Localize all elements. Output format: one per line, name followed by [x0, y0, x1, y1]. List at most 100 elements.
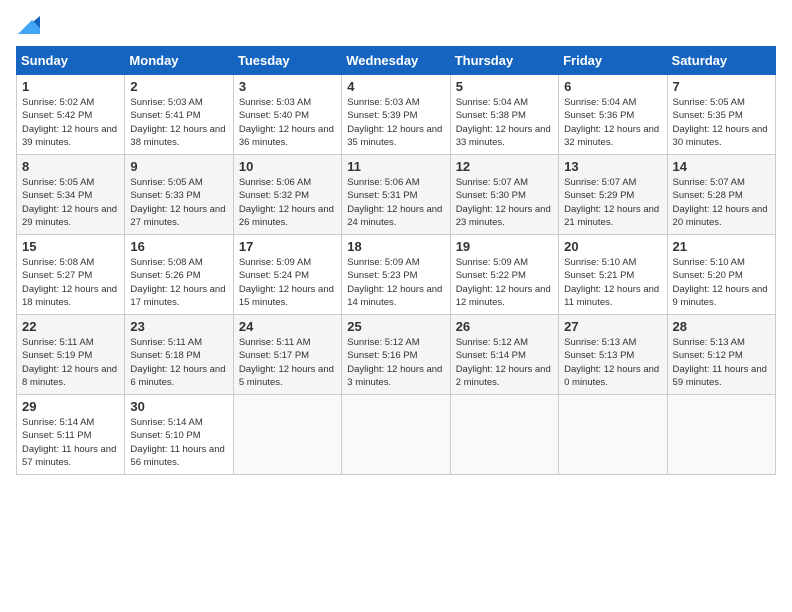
- logo: [16, 16, 40, 34]
- day-info: Sunrise: 5:06 AM Sunset: 5:31 PM Dayligh…: [347, 176, 444, 229]
- day-number: 26: [456, 319, 553, 334]
- day-info: Sunrise: 5:14 AM Sunset: 5:11 PM Dayligh…: [22, 416, 119, 469]
- day-number: 15: [22, 239, 119, 254]
- day-number: 13: [564, 159, 661, 174]
- calendar-cell: 12 Sunrise: 5:07 AM Sunset: 5:30 PM Dayli…: [450, 155, 558, 235]
- calendar-cell: [667, 395, 775, 475]
- day-info: Sunrise: 5:13 AM Sunset: 5:12 PM Dayligh…: [673, 336, 770, 389]
- day-number: 4: [347, 79, 444, 94]
- calendar-week-1: 1 Sunrise: 5:02 AM Sunset: 5:42 PM Daylig…: [17, 75, 776, 155]
- day-info: Sunrise: 5:13 AM Sunset: 5:13 PM Dayligh…: [564, 336, 661, 389]
- header-wednesday: Wednesday: [342, 47, 450, 75]
- day-info: Sunrise: 5:08 AM Sunset: 5:27 PM Dayligh…: [22, 256, 119, 309]
- calendar-cell: 14 Sunrise: 5:07 AM Sunset: 5:28 PM Dayli…: [667, 155, 775, 235]
- day-number: 20: [564, 239, 661, 254]
- calendar-cell: 23 Sunrise: 5:11 AM Sunset: 5:18 PM Dayli…: [125, 315, 233, 395]
- day-info: Sunrise: 5:04 AM Sunset: 5:38 PM Dayligh…: [456, 96, 553, 149]
- day-number: 5: [456, 79, 553, 94]
- calendar-cell: [233, 395, 341, 475]
- day-info: Sunrise: 5:03 AM Sunset: 5:39 PM Dayligh…: [347, 96, 444, 149]
- day-info: Sunrise: 5:07 AM Sunset: 5:30 PM Dayligh…: [456, 176, 553, 229]
- header-friday: Friday: [559, 47, 667, 75]
- calendar-cell: [450, 395, 558, 475]
- day-info: Sunrise: 5:06 AM Sunset: 5:32 PM Dayligh…: [239, 176, 336, 229]
- day-info: Sunrise: 5:02 AM Sunset: 5:42 PM Dayligh…: [22, 96, 119, 149]
- day-number: 28: [673, 319, 770, 334]
- calendar-table: Sunday Monday Tuesday Wednesday Thursday…: [16, 46, 776, 475]
- day-number: 17: [239, 239, 336, 254]
- header-monday: Monday: [125, 47, 233, 75]
- day-info: Sunrise: 5:11 AM Sunset: 5:19 PM Dayligh…: [22, 336, 119, 389]
- day-number: 21: [673, 239, 770, 254]
- calendar-cell: 24Sunrise: 5:11 AM Sunset: 5:17 PM Dayli…: [233, 315, 341, 395]
- day-number: 3: [239, 79, 336, 94]
- calendar-cell: 11 Sunrise: 5:06 AM Sunset: 5:31 PM Dayli…: [342, 155, 450, 235]
- calendar-cell: 25 Sunrise: 5:12 AM Sunset: 5:16 PM Dayli…: [342, 315, 450, 395]
- day-number: 29: [22, 399, 119, 414]
- calendar-cell: 3Sunrise: 5:03 AM Sunset: 5:40 PM Daylig…: [233, 75, 341, 155]
- calendar-cell: [559, 395, 667, 475]
- day-number: 9: [130, 159, 227, 174]
- calendar-cell: 22 Sunrise: 5:11 AM Sunset: 5:19 PM Dayli…: [17, 315, 125, 395]
- day-number: 24: [239, 319, 336, 334]
- logo-icon: [18, 16, 40, 34]
- calendar-cell: 4 Sunrise: 5:03 AM Sunset: 5:39 PM Daylig…: [342, 75, 450, 155]
- day-number: 10: [239, 159, 336, 174]
- day-number: 22: [22, 319, 119, 334]
- day-info: Sunrise: 5:09 AM Sunset: 5:22 PM Dayligh…: [456, 256, 553, 309]
- day-info: Sunrise: 5:07 AM Sunset: 5:28 PM Dayligh…: [673, 176, 770, 229]
- day-info: Sunrise: 5:05 AM Sunset: 5:35 PM Dayligh…: [673, 96, 770, 149]
- calendar-cell: 5 Sunrise: 5:04 AM Sunset: 5:38 PM Daylig…: [450, 75, 558, 155]
- day-number: 7: [673, 79, 770, 94]
- calendar-cell: 18 Sunrise: 5:09 AM Sunset: 5:23 PM Dayli…: [342, 235, 450, 315]
- calendar-cell: 1 Sunrise: 5:02 AM Sunset: 5:42 PM Daylig…: [17, 75, 125, 155]
- calendar-cell: 2 Sunrise: 5:03 AM Sunset: 5:41 PM Daylig…: [125, 75, 233, 155]
- calendar-cell: 8 Sunrise: 5:05 AM Sunset: 5:34 PM Daylig…: [17, 155, 125, 235]
- calendar-week-4: 22 Sunrise: 5:11 AM Sunset: 5:19 PM Dayli…: [17, 315, 776, 395]
- calendar-cell: 29 Sunrise: 5:14 AM Sunset: 5:11 PM Dayli…: [17, 395, 125, 475]
- day-number: 16: [130, 239, 227, 254]
- calendar-cell: 10 Sunrise: 5:06 AM Sunset: 5:32 PM Dayli…: [233, 155, 341, 235]
- calendar-cell: 28 Sunrise: 5:13 AM Sunset: 5:12 PM Dayli…: [667, 315, 775, 395]
- day-info: Sunrise: 5:12 AM Sunset: 5:16 PM Dayligh…: [347, 336, 444, 389]
- calendar-cell: 6 Sunrise: 5:04 AM Sunset: 5:36 PM Daylig…: [559, 75, 667, 155]
- day-number: 25: [347, 319, 444, 334]
- day-info: Sunrise: 5:12 AM Sunset: 5:14 PM Dayligh…: [456, 336, 553, 389]
- day-number: 30: [130, 399, 227, 414]
- calendar-cell: 20Sunrise: 5:10 AM Sunset: 5:21 PM Dayli…: [559, 235, 667, 315]
- day-info: Sunrise: 5:05 AM Sunset: 5:34 PM Dayligh…: [22, 176, 119, 229]
- day-info: Sunrise: 5:07 AM Sunset: 5:29 PM Dayligh…: [564, 176, 661, 229]
- calendar-cell: 30 Sunrise: 5:14 AM Sunset: 5:10 PM Dayli…: [125, 395, 233, 475]
- calendar-cell: [342, 395, 450, 475]
- calendar-week-5: 29 Sunrise: 5:14 AM Sunset: 5:11 PM Dayli…: [17, 395, 776, 475]
- day-number: 14: [673, 159, 770, 174]
- day-info: Sunrise: 5:09 AM Sunset: 5:23 PM Dayligh…: [347, 256, 444, 309]
- calendar-week-2: 8 Sunrise: 5:05 AM Sunset: 5:34 PM Daylig…: [17, 155, 776, 235]
- calendar-cell: 7 Sunrise: 5:05 AM Sunset: 5:35 PM Daylig…: [667, 75, 775, 155]
- day-number: 12: [456, 159, 553, 174]
- day-info: Sunrise: 5:14 AM Sunset: 5:10 PM Dayligh…: [130, 416, 227, 469]
- calendar-cell: 21 Sunrise: 5:10 AM Sunset: 5:20 PM Dayli…: [667, 235, 775, 315]
- calendar-cell: 17 Sunrise: 5:09 AM Sunset: 5:24 PM Dayli…: [233, 235, 341, 315]
- day-number: 18: [347, 239, 444, 254]
- day-number: 2: [130, 79, 227, 94]
- day-info: Sunrise: 5:04 AM Sunset: 5:36 PM Dayligh…: [564, 96, 661, 149]
- day-info: Sunrise: 5:08 AM Sunset: 5:26 PM Dayligh…: [130, 256, 227, 309]
- day-number: 6: [564, 79, 661, 94]
- header-row: Sunday Monday Tuesday Wednesday Thursday…: [17, 47, 776, 75]
- calendar-cell: 9 Sunrise: 5:05 AM Sunset: 5:33 PM Daylig…: [125, 155, 233, 235]
- header-sunday: Sunday: [17, 47, 125, 75]
- day-number: 11: [347, 159, 444, 174]
- day-info: Sunrise: 5:03 AM Sunset: 5:41 PM Dayligh…: [130, 96, 227, 149]
- day-number: 23: [130, 319, 227, 334]
- day-info: Sunrise: 5:05 AM Sunset: 5:33 PM Dayligh…: [130, 176, 227, 229]
- day-number: 1: [22, 79, 119, 94]
- calendar-cell: 26 Sunrise: 5:12 AM Sunset: 5:14 PM Dayli…: [450, 315, 558, 395]
- day-number: 8: [22, 159, 119, 174]
- day-info: Sunrise: 5:11 AM Sunset: 5:18 PM Dayligh…: [130, 336, 227, 389]
- day-info: Sunrise: 5:09 AM Sunset: 5:24 PM Dayligh…: [239, 256, 336, 309]
- calendar-week-3: 15 Sunrise: 5:08 AM Sunset: 5:27 PM Dayli…: [17, 235, 776, 315]
- header-tuesday: Tuesday: [233, 47, 341, 75]
- day-info: Sunrise: 5:10 AM Sunset: 5:20 PM Dayligh…: [673, 256, 770, 309]
- calendar-cell: 19Sunrise: 5:09 AM Sunset: 5:22 PM Dayli…: [450, 235, 558, 315]
